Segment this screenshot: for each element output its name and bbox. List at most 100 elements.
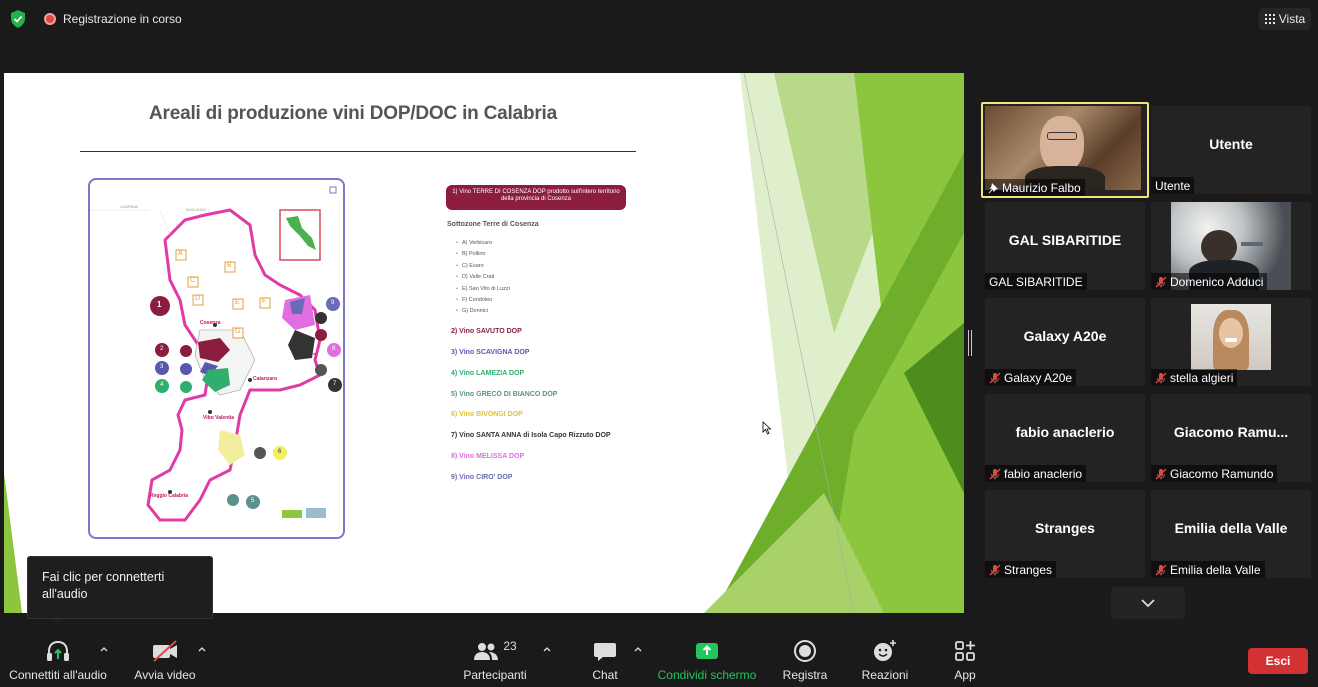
join-audio-button[interactable]: Connettiti all'audio (8, 638, 108, 682)
participant-name-label: Stranges (985, 561, 1057, 578)
video-off-icon (153, 640, 177, 662)
chat-label: Chat (592, 668, 618, 682)
leave-meeting-button[interactable]: Esci (1248, 648, 1308, 674)
list-item: G) Donnici (456, 306, 510, 317)
chevron-down-icon (1141, 599, 1155, 608)
participant-tile[interactable]: Utente Utente (1151, 106, 1311, 194)
participant-tile[interactable]: Giacomo Ramu... Giacomo Ramundo (1151, 394, 1311, 482)
join-audio-label: Connettiti all'audio (9, 668, 107, 682)
wine-item: 8) Vino MELISSA DOP (451, 453, 525, 460)
top-bar: Registrazione in corso Vista (0, 0, 1318, 38)
tooltip-arrow (50, 619, 64, 626)
map-number-4: 4 (160, 382, 164, 388)
muted-mic-icon (989, 564, 1001, 575)
view-button[interactable]: Vista (1259, 8, 1311, 30)
map-letter-e: E (235, 299, 240, 306)
participant-name-label: Galaxy A20e (985, 369, 1077, 386)
map-label-cosenza: Cosenza (200, 320, 221, 326)
map-number-5: 5 (251, 498, 255, 504)
participant-name: Emilia della Valle (1170, 562, 1261, 577)
share-screen-button[interactable]: Condividi schermo (654, 638, 760, 682)
chat-options-caret-icon[interactable] (633, 644, 643, 654)
apps-label: App (954, 668, 976, 682)
map-number-9: 9 (331, 300, 335, 306)
muted-mic-icon (1155, 276, 1167, 287)
participant-name: Domenico Adduci (1170, 274, 1264, 289)
grid-icon (1264, 14, 1275, 24)
map-label-basilicata: BASILICATA (186, 208, 206, 212)
participant-display-name: Giacomo Ramu... (1173, 424, 1289, 440)
map-letter-f: F (262, 298, 267, 305)
video-options-caret-icon[interactable] (197, 644, 207, 654)
apps-button[interactable]: App (940, 638, 990, 682)
pin-icon (988, 182, 998, 193)
participants-button[interactable]: 23 Partecipanti (460, 638, 530, 682)
participant-display-name: Stranges (1035, 520, 1095, 536)
participant-tile[interactable]: Galaxy A20e Galaxy A20e (985, 298, 1145, 386)
map-label-crotone: Crotone (302, 351, 317, 356)
participant-name: Stranges (1004, 562, 1053, 577)
muted-mic-icon (1155, 564, 1167, 575)
participant-name: GAL SIBARITIDE (989, 274, 1083, 289)
terre-di-cosenza-box: 1) Vino TERRE DI COSENZA DOP prodotto su… (446, 185, 626, 210)
shared-screen-slide: Areali di produzione vini DOP/DOC in Cal… (4, 73, 964, 613)
participant-name: Giacomo Ramundo (1170, 466, 1274, 481)
participant-tile[interactable]: Stranges Stranges (985, 490, 1145, 578)
view-label: Vista (1278, 12, 1306, 26)
participant-tile[interactable]: Domenico Adduci (1151, 202, 1311, 290)
participant-tile[interactable]: fabio anaclerio fabio anaclerio (985, 394, 1145, 482)
left-green-strip (4, 473, 22, 613)
list-item: A) Verbicaro (456, 238, 510, 249)
reactions-button[interactable]: Reazioni (855, 638, 915, 682)
headphones-icon (47, 640, 69, 661)
list-item: D) Valle Crati (456, 272, 510, 283)
participant-tile[interactable]: Emilia della Valle Emilia della Valle (1151, 490, 1311, 578)
participant-display-name: Utente (1209, 136, 1253, 152)
participant-display-name: Emilia della Valle (1174, 520, 1288, 536)
map-number-8: 8 (332, 346, 336, 352)
participant-display-name: fabio anaclerio (1015, 424, 1115, 440)
map-number-7: 7 (333, 381, 337, 387)
record-button[interactable]: Registra (775, 638, 835, 682)
recording-icon (44, 13, 56, 25)
gallery-next-button[interactable] (1111, 587, 1185, 619)
participant-tile[interactable]: Maurizio Falbo (981, 102, 1149, 198)
wine-item: 2) Vino SAVUTO DOP (451, 328, 522, 335)
participant-name-label: Domenico Adduci (1151, 273, 1268, 290)
participant-tile[interactable]: stella algieri (1151, 298, 1311, 386)
participants-options-caret-icon[interactable] (542, 644, 552, 654)
map-letter-a: A (178, 250, 183, 257)
start-video-button[interactable]: Avvia video (130, 638, 200, 682)
map-number-6: 6 (278, 449, 282, 455)
shield-check-icon[interactable] (8, 9, 28, 29)
chat-button[interactable]: Chat (580, 638, 630, 682)
participant-name-label: Utente (1151, 177, 1195, 194)
participant-name-label: Maurizio Falbo (983, 179, 1085, 196)
wine-item: 4) Vino LAMEZIA DOP (451, 370, 525, 377)
map-label-reggio: Reggio Calabria (150, 493, 189, 499)
start-video-label: Avvia video (134, 668, 196, 682)
recording-status: Registrazione in corso (63, 12, 182, 26)
muted-mic-icon (989, 468, 1001, 479)
participant-name-label: GAL SIBARITIDE (985, 273, 1087, 290)
participant-tile[interactable]: GAL SIBARITIDE GAL SIBARITIDE (985, 202, 1145, 290)
map-letter-c: C (190, 277, 196, 284)
subzone-list: A) Verbicaro B) Pollino C) Esaro D) Vall… (456, 238, 510, 318)
participant-name-label: Emilia della Valle (1151, 561, 1265, 578)
list-item: F) Condoleo (456, 295, 510, 306)
audio-tooltip: Fai clic per connetterti all'audio (27, 556, 213, 619)
participant-name: stella algieri (1170, 370, 1234, 385)
muted-mic-icon (989, 372, 1001, 383)
chat-icon (594, 643, 616, 661)
map-label-catanzaro: Catanzaro (253, 376, 278, 382)
audio-options-caret-icon[interactable] (99, 644, 109, 654)
participant-name-label: Giacomo Ramundo (1151, 465, 1278, 482)
participants-icon (474, 643, 499, 660)
green-decoration (704, 73, 964, 613)
panel-resize-handle[interactable] (968, 330, 972, 356)
wine-item: 3) Vino SCAVIGNA DOP (451, 349, 530, 356)
wine-item: 5) Vino GRECO DI BIANCO DOP (451, 391, 558, 398)
list-item: B) Pollino (456, 249, 510, 260)
smiley-plus-icon (874, 640, 896, 661)
participant-name-label: stella algieri (1151, 369, 1238, 386)
